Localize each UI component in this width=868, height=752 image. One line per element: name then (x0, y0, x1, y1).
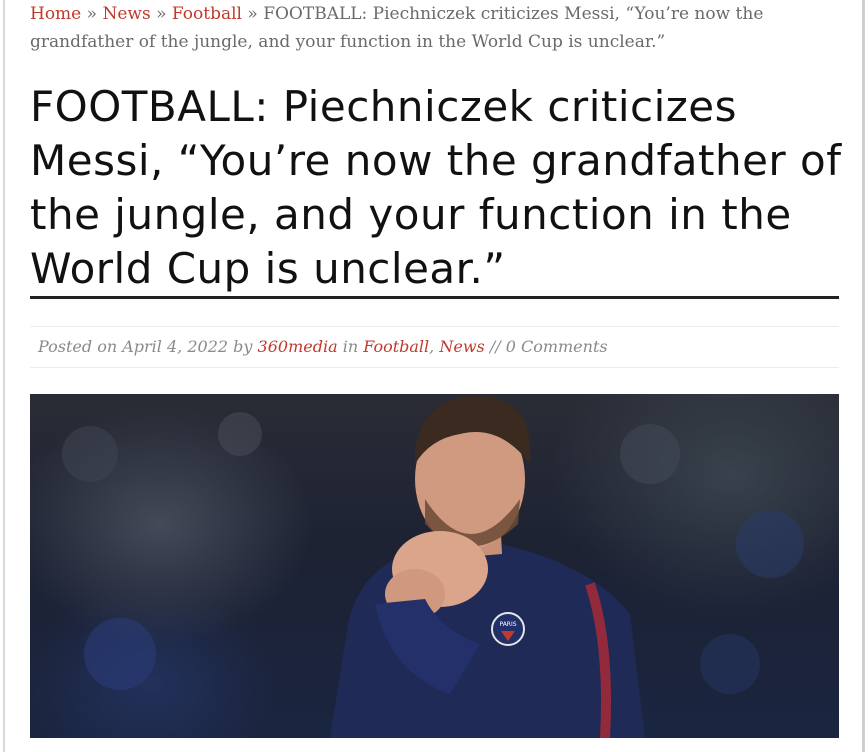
category-football-link[interactable]: Football (363, 337, 429, 356)
breadcrumb-separator: » (247, 4, 258, 24)
breadcrumb-separator: » (86, 4, 98, 24)
divider (30, 367, 839, 368)
article-title: FOOTBALL: Piechniczek criticizes Messi, … (30, 82, 842, 293)
player-illustration: PARIS (62, 395, 804, 738)
breadcrumb-news-link[interactable]: News (102, 4, 150, 24)
scrollbar-edge[interactable] (862, 0, 865, 752)
meta-divider: // (489, 337, 501, 356)
author-link[interactable]: 360media (258, 337, 338, 356)
left-border (3, 0, 5, 752)
category-comma: , (429, 337, 435, 356)
featured-image: PARIS (30, 394, 839, 738)
breadcrumb: Home » News » Football » FOOTBALL: Piech… (30, 0, 810, 56)
post-date: April 4, 2022 (122, 337, 229, 356)
breadcrumb-football-link[interactable]: Football (172, 4, 242, 24)
breadcrumb-home-link[interactable]: Home (30, 4, 81, 24)
title-underline (30, 296, 839, 299)
by-label: by (233, 337, 253, 356)
posted-on-label: Posted on (38, 337, 118, 356)
in-label: in (342, 337, 359, 356)
post-meta: Posted on April 4, 2022 by 360media in F… (38, 335, 608, 359)
divider (30, 326, 839, 327)
breadcrumb-separator: » (156, 4, 167, 24)
crest-text: PARIS (499, 621, 516, 628)
comments-link[interactable]: 0 Comments (506, 337, 608, 356)
category-news-link[interactable]: News (439, 337, 484, 356)
